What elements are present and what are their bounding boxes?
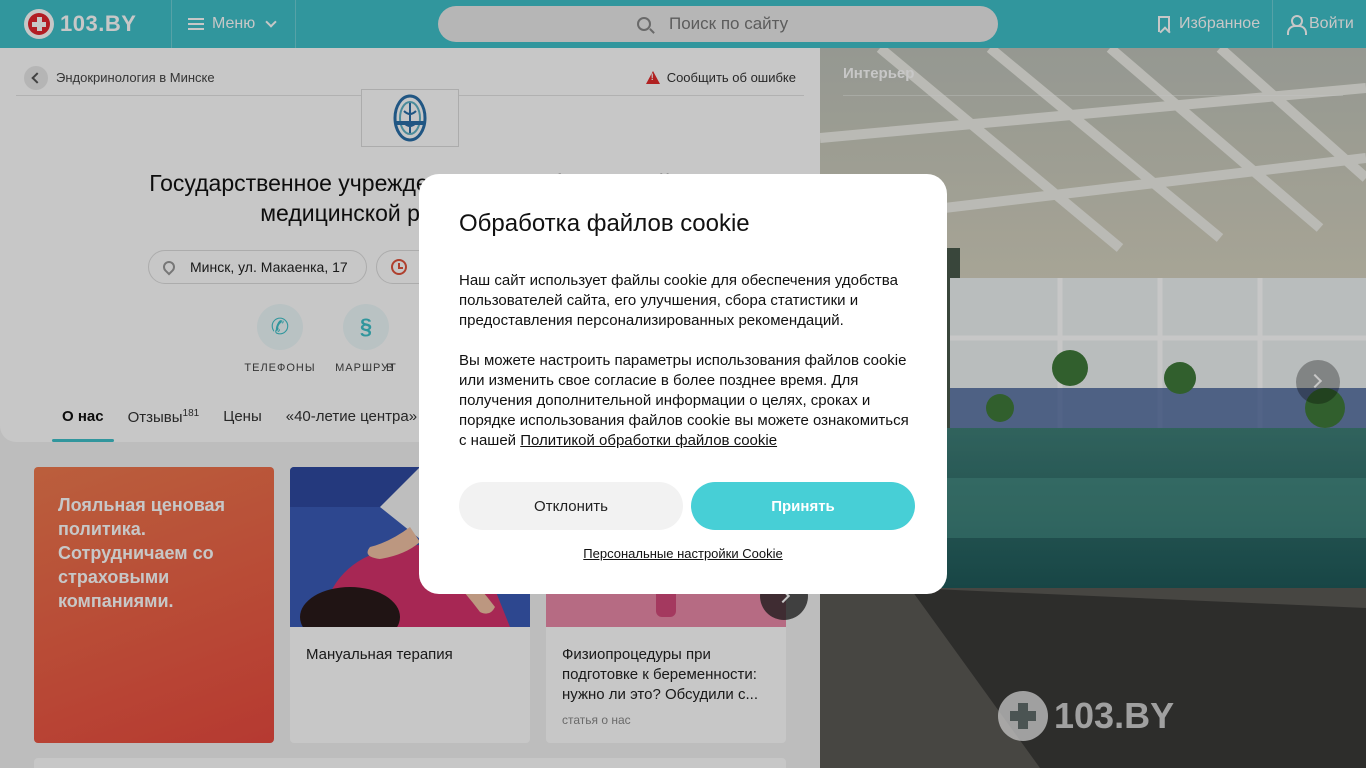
cookie-description: Наш сайт использует файлы cookie для обе… xyxy=(459,272,898,329)
accept-button[interactable]: Принять xyxy=(691,482,915,530)
cookie-dialog: Обработка файлов cookie Наш сайт использ… xyxy=(419,174,947,594)
cookie-settings-link[interactable]: Персональные настройки Cookie xyxy=(419,546,947,561)
decline-button[interactable]: Отклонить xyxy=(459,482,683,530)
cookie-policy-link[interactable]: Политикой обработки файлов cookie xyxy=(520,432,777,449)
cookie-dialog-title: Обработка файлов cookie xyxy=(459,210,750,237)
cookie-settings-info: Вы можете настроить параметры использова… xyxy=(459,351,919,451)
